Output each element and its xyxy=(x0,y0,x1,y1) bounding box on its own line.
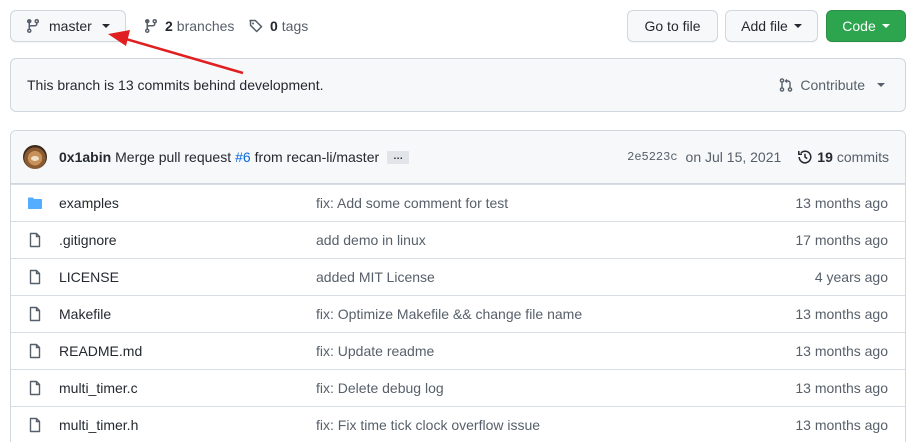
file-row[interactable]: examples fix: Add some comment for test … xyxy=(11,184,905,221)
file-row[interactable]: multi_timer.c fix: Delete debug log 13 m… xyxy=(11,369,905,406)
commit-message-prefix[interactable]: Merge pull request xyxy=(115,149,231,165)
branch-behind-banner: This branch is 13 commits behind develop… xyxy=(10,58,906,112)
banner-text: This branch is 13 commits behind develop… xyxy=(27,77,324,93)
file-name[interactable]: Makefile xyxy=(59,306,111,322)
tags-count: 0 xyxy=(270,18,278,34)
go-to-file-label: Go to file xyxy=(644,18,701,34)
branches-link[interactable]: 2 branches xyxy=(143,10,234,42)
file-row[interactable]: .gitignore add demo in linux 17 months a… xyxy=(11,221,905,258)
commit-date: on Jul 15, 2021 xyxy=(685,149,782,165)
commits-label: commits xyxy=(836,149,889,165)
file-age: 13 months ago xyxy=(795,380,888,396)
tags-label: tags xyxy=(281,18,309,34)
file-name[interactable]: examples xyxy=(59,195,119,211)
tag-icon xyxy=(248,18,264,34)
file-commit-message[interactable]: fix: Optimize Makefile && change file na… xyxy=(316,306,582,322)
code-label: Code xyxy=(842,18,876,34)
expand-commit-button[interactable]: … xyxy=(387,150,410,164)
file-name[interactable]: README.md xyxy=(59,343,142,359)
file-icon xyxy=(27,232,43,248)
file-icon xyxy=(27,343,43,359)
contribute-button[interactable]: Contribute xyxy=(778,59,885,111)
file-commit-message[interactable]: add demo in linux xyxy=(316,232,426,248)
file-row[interactable]: multi_timer.h fix: Fix time tick clock o… xyxy=(11,406,905,442)
file-icon xyxy=(27,380,43,396)
chevron-down-icon xyxy=(101,24,110,28)
git-branch-icon xyxy=(25,18,41,34)
go-to-file-button[interactable]: Go to file xyxy=(627,10,718,42)
file-age: 4 years ago xyxy=(814,269,888,285)
add-file-label: Add file xyxy=(741,18,788,34)
file-icon xyxy=(27,269,43,285)
chevron-down-icon xyxy=(881,24,890,28)
file-name[interactable]: multi_timer.c xyxy=(59,380,138,396)
branches-label: branches xyxy=(176,18,235,34)
history-icon xyxy=(797,149,813,165)
file-age: 13 months ago xyxy=(795,343,888,359)
commit-author[interactable]: 0x1abin xyxy=(59,149,111,165)
chevron-down-icon xyxy=(877,83,885,87)
file-commit-message[interactable]: fix: Update readme xyxy=(316,343,434,359)
file-commit-message[interactable]: fix: Delete debug log xyxy=(316,380,444,396)
file-commit-message[interactable]: added MIT License xyxy=(316,269,435,285)
avatar[interactable] xyxy=(23,145,47,169)
commit-meta: 2e5223c on Jul 15, 2021 19 commits xyxy=(627,131,889,183)
commits-count: 19 xyxy=(817,149,833,165)
git-pull-request-icon xyxy=(778,77,794,93)
file-name[interactable]: .gitignore xyxy=(59,232,117,248)
file-row[interactable]: LICENSE added MIT License 4 years ago xyxy=(11,258,905,295)
branches-count: 2 xyxy=(165,18,173,34)
file-row[interactable]: Makefile fix: Optimize Makefile && chang… xyxy=(11,295,905,332)
tags-link[interactable]: 0 tags xyxy=(248,10,308,42)
latest-commit-bar: 0x1abin Merge pull request #6 from recan… xyxy=(11,131,905,184)
file-age: 13 months ago xyxy=(795,306,888,322)
file-name[interactable]: multi_timer.h xyxy=(59,417,138,433)
file-age: 13 months ago xyxy=(795,195,888,211)
file-age: 17 months ago xyxy=(795,232,888,248)
code-button[interactable]: Code xyxy=(826,10,906,42)
folder-icon xyxy=(27,195,43,211)
file-icon xyxy=(27,306,43,322)
repo-page: master 2 branches 0 tags Go to file Add … xyxy=(0,0,912,442)
add-file-button[interactable]: Add file xyxy=(725,10,818,42)
chevron-down-icon xyxy=(793,24,802,28)
file-table: 0x1abin Merge pull request #6 from recan… xyxy=(10,130,906,442)
file-icon xyxy=(27,417,43,433)
git-branch-icon xyxy=(143,18,159,34)
file-row[interactable]: README.md fix: Update readme 13 months a… xyxy=(11,332,905,369)
pr-link[interactable]: #6 xyxy=(235,149,251,165)
commits-history-link[interactable]: 19 commits xyxy=(797,149,889,165)
commit-sha[interactable]: 2e5223c xyxy=(627,150,677,164)
commit-message-suffix[interactable]: from recan-li/master xyxy=(255,149,379,165)
file-age: 13 months ago xyxy=(795,417,888,433)
branch-name: master xyxy=(49,18,92,34)
contribute-label: Contribute xyxy=(800,77,865,93)
branch-select-button[interactable]: master xyxy=(10,10,126,42)
file-name[interactable]: LICENSE xyxy=(59,269,119,285)
file-commit-message[interactable]: fix: Add some comment for test xyxy=(316,195,508,211)
file-commit-message[interactable]: fix: Fix time tick clock overflow issue xyxy=(316,417,540,433)
